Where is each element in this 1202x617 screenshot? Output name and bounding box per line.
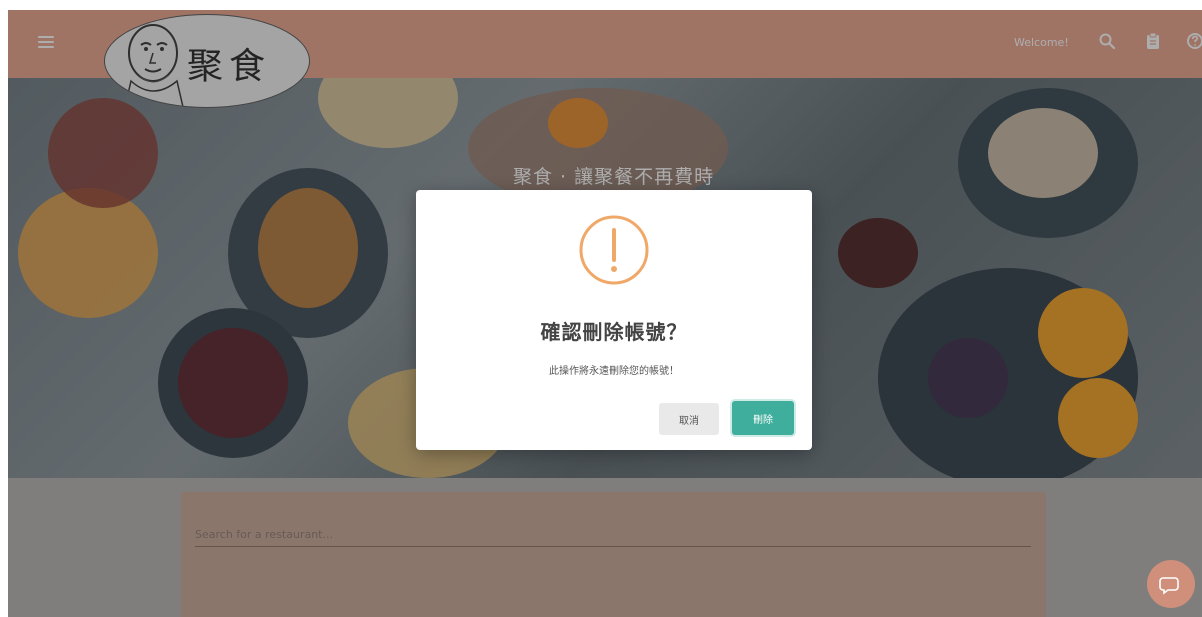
chat-fab[interactable] [1147, 560, 1195, 608]
chat-icon [1159, 577, 1179, 595]
app-window: 聚食 Welcome! 聚食 · 讓聚餐不再費時 Search for a re… [8, 10, 1202, 617]
warning-icon [579, 215, 649, 285]
delete-button[interactable]: 刪除 [732, 401, 794, 435]
dialog-title: 確認刪除帳號？ [540, 320, 688, 344]
dialog-message: 此操作將永遠刪除您的帳號！ [549, 366, 679, 377]
cancel-button[interactable]: 取消 [659, 403, 719, 435]
confirm-delete-dialog: 確認刪除帳號？ 此操作將永遠刪除您的帳號！ 取消 刪除 [416, 190, 812, 450]
